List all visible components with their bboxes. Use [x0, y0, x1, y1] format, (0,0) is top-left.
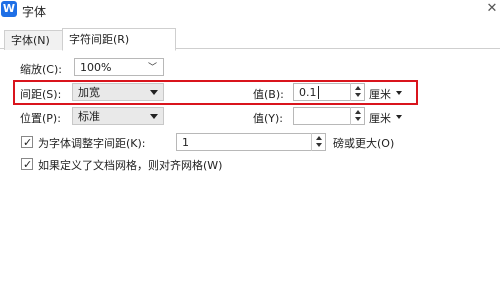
spin-up-icon[interactable]: [355, 86, 361, 90]
kerning-value: 1: [182, 136, 189, 149]
grid-label: 如果定义了文档网格，则对齐网格(W): [38, 159, 223, 172]
spacing-amount-spinner[interactable]: [350, 83, 364, 101]
scale-value: 100%: [80, 61, 112, 74]
spacing-amount-value: 0.1: [299, 86, 317, 99]
spin-up-icon[interactable]: [316, 136, 322, 140]
position-amount-spinner[interactable]: [350, 107, 364, 125]
kerning-input[interactable]: 1: [176, 133, 326, 151]
spacing-unit-dropdown[interactable]: 厘米: [369, 86, 391, 102]
kerning-checkbox[interactable]: ✓: [21, 136, 33, 148]
spin-down-icon[interactable]: [355, 117, 361, 121]
dropdown-arrow-icon: [150, 114, 158, 119]
position-amount-label: 值(Y):: [253, 112, 284, 125]
spin-down-icon[interactable]: [355, 93, 361, 97]
position-amount-input[interactable]: [293, 107, 365, 125]
close-icon[interactable]: ✕: [484, 1, 500, 19]
wps-app-icon: W: [1, 1, 17, 17]
title-bar: [0, 0, 500, 22]
spin-down-icon[interactable]: [316, 143, 322, 147]
position-label: 位置(P):: [20, 112, 61, 125]
checkmark-icon: ✓: [23, 136, 33, 149]
spacing-amount-label: 值(B):: [253, 88, 284, 101]
text-cursor: [317, 86, 319, 99]
kerning-spinner[interactable]: [311, 133, 325, 151]
position-value: 标准: [78, 110, 100, 123]
spin-up-icon[interactable]: [355, 110, 361, 114]
scale-dropdown[interactable]: 100% ﹀: [74, 58, 164, 76]
scale-label: 缩放(C):: [20, 63, 62, 76]
position-unit-dropdown[interactable]: 厘米: [369, 110, 391, 126]
chevron-down-icon: ﹀: [147, 63, 157, 73]
spacing-dropdown[interactable]: 加宽: [72, 83, 164, 101]
spacing-unit-label: 厘米: [369, 88, 391, 101]
spacing-label: 间距(S):: [20, 88, 62, 101]
kerning-suffix-label: 磅或更大(O): [333, 137, 395, 150]
checkmark-icon: ✓: [23, 158, 33, 171]
position-unit-label: 厘米: [369, 112, 391, 125]
spacing-value: 加宽: [78, 86, 100, 99]
kerning-label: 为字体调整字间距(K):: [38, 137, 146, 150]
tab-character-spacing[interactable]: 字符间距(R): [62, 28, 176, 51]
spacing-amount-input[interactable]: 0.1: [293, 83, 365, 101]
dialog-title: 字体: [22, 5, 47, 19]
dropdown-arrow-icon: [150, 90, 158, 95]
unit-dropdown-arrow-icon: [396, 115, 402, 119]
grid-checkbox[interactable]: ✓: [21, 158, 33, 170]
unit-dropdown-arrow-icon: [396, 91, 402, 95]
position-dropdown[interactable]: 标准: [72, 107, 164, 125]
